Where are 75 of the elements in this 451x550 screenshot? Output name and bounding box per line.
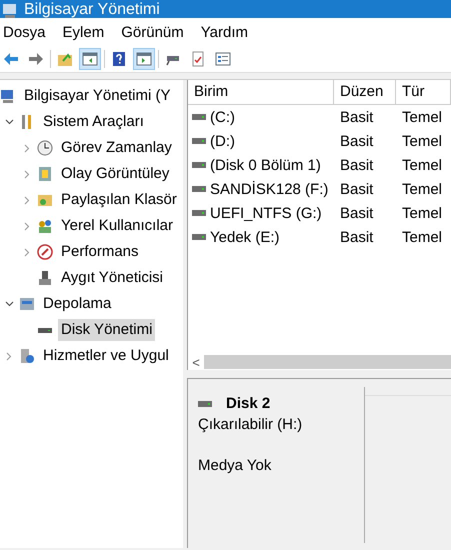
tree-item[interactable]: Görev Zamanlay bbox=[58, 137, 175, 159]
list-icon bbox=[215, 51, 231, 67]
expand-chevron-icon[interactable] bbox=[24, 248, 30, 256]
table-cell-text: Temel bbox=[401, 228, 444, 246]
table-cell-text: Temel bbox=[401, 156, 444, 174]
log-icon bbox=[37, 166, 53, 182]
toolbar-button[interactable] bbox=[133, 48, 155, 70]
table-cell-text: Basit bbox=[339, 108, 374, 126]
tree-item[interactable]: Depolama bbox=[40, 293, 114, 315]
checklist-icon bbox=[190, 51, 206, 67]
drive-icon bbox=[192, 234, 206, 240]
toolbar-button[interactable] bbox=[79, 48, 101, 70]
tree-item[interactable]: Disk Yönetimi bbox=[58, 319, 156, 341]
expand-chevron-icon[interactable] bbox=[24, 144, 30, 152]
table-cell: (C:) bbox=[210, 108, 235, 126]
help-icon bbox=[111, 51, 127, 67]
table-cell-text: Temel bbox=[401, 204, 444, 222]
disk-status: Medya Yok bbox=[198, 457, 272, 474]
drive-icon bbox=[192, 210, 206, 216]
expand-chevron-icon[interactable] bbox=[24, 170, 30, 178]
menu-item[interactable]: Eylem bbox=[62, 24, 104, 40]
table-cell: (D:) bbox=[210, 132, 235, 150]
table-cell-text: Basit bbox=[339, 156, 374, 174]
disk-type: Çıkarılabilir (H:) bbox=[198, 416, 304, 433]
tree-item[interactable]: Bilgisayar Yönetimi (Y bbox=[21, 85, 174, 107]
window-title: Bilgisayar Yönetimi bbox=[24, 2, 160, 18]
table-cell-text: Temel bbox=[401, 108, 444, 126]
table-cell-text: Basit bbox=[339, 132, 374, 150]
expand-chevron-icon[interactable] bbox=[24, 222, 30, 230]
computer-icon bbox=[2, 4, 18, 18]
column-header[interactable]: Tür bbox=[396, 80, 451, 104]
tree-item[interactable]: Aygıt Yöneticisi bbox=[58, 267, 166, 289]
folder-icon bbox=[57, 51, 73, 67]
menu-item[interactable]: Görünüm bbox=[121, 24, 184, 40]
drive-icon bbox=[192, 138, 206, 144]
menu-item[interactable]: Yardım bbox=[200, 24, 248, 40]
tree-item[interactable]: Olay Görüntüley bbox=[58, 163, 172, 185]
tree-item[interactable]: Paylaşılan Klasör bbox=[58, 189, 180, 211]
users-icon bbox=[37, 218, 53, 234]
expand-chevron-icon[interactable] bbox=[24, 196, 30, 204]
table-cell: (Disk 0 Bölüm 1) bbox=[210, 156, 321, 174]
clock-icon bbox=[37, 140, 53, 156]
collapse-chevron-icon[interactable] bbox=[4, 119, 14, 125]
table-cell-text: Basit bbox=[339, 180, 374, 198]
tree-item[interactable]: Yerel Kullanıcılar bbox=[58, 215, 176, 237]
scroll-left-arrow[interactable]: < bbox=[188, 354, 204, 370]
table-cell-text: Basit bbox=[339, 228, 374, 246]
tree-item[interactable]: Hizmetler ve Uygul bbox=[40, 345, 172, 367]
tree-item[interactable]: Performans bbox=[58, 241, 142, 263]
storage-icon bbox=[19, 296, 35, 312]
drive-icon bbox=[192, 114, 206, 120]
tree-item[interactable]: Sistem Araçları bbox=[40, 111, 147, 133]
splitter-bar[interactable] bbox=[187, 370, 451, 379]
drive-icon bbox=[192, 186, 206, 192]
collapse-chevron-icon[interactable] bbox=[4, 301, 14, 307]
computer-icon bbox=[0, 88, 16, 104]
disk-name: Disk 2 bbox=[226, 395, 270, 412]
table-cell: Yedek (E:) bbox=[210, 228, 280, 246]
expand-chevron-icon[interactable] bbox=[6, 352, 12, 360]
back-arrow-icon bbox=[3, 51, 19, 67]
column-header[interactable]: Birim bbox=[188, 80, 334, 104]
panel-icon bbox=[82, 51, 98, 67]
device-icon bbox=[37, 270, 53, 286]
services-icon bbox=[19, 348, 35, 364]
table-cell-text: Temel bbox=[401, 132, 444, 150]
table-cell: UEFI_NTFS (G:) bbox=[210, 204, 322, 222]
table-cell: SANDİSK128 (F:) bbox=[210, 180, 328, 198]
forward-arrow-icon bbox=[28, 51, 44, 67]
panel-icon bbox=[136, 51, 152, 67]
drive-icon bbox=[192, 162, 206, 168]
table-cell-text: Temel bbox=[401, 180, 444, 198]
column-header[interactable]: Düzen bbox=[334, 80, 396, 104]
shared-folder-icon bbox=[37, 192, 53, 208]
menu-item[interactable]: Dosya bbox=[3, 24, 46, 40]
table-cell-text: Basit bbox=[339, 204, 374, 222]
